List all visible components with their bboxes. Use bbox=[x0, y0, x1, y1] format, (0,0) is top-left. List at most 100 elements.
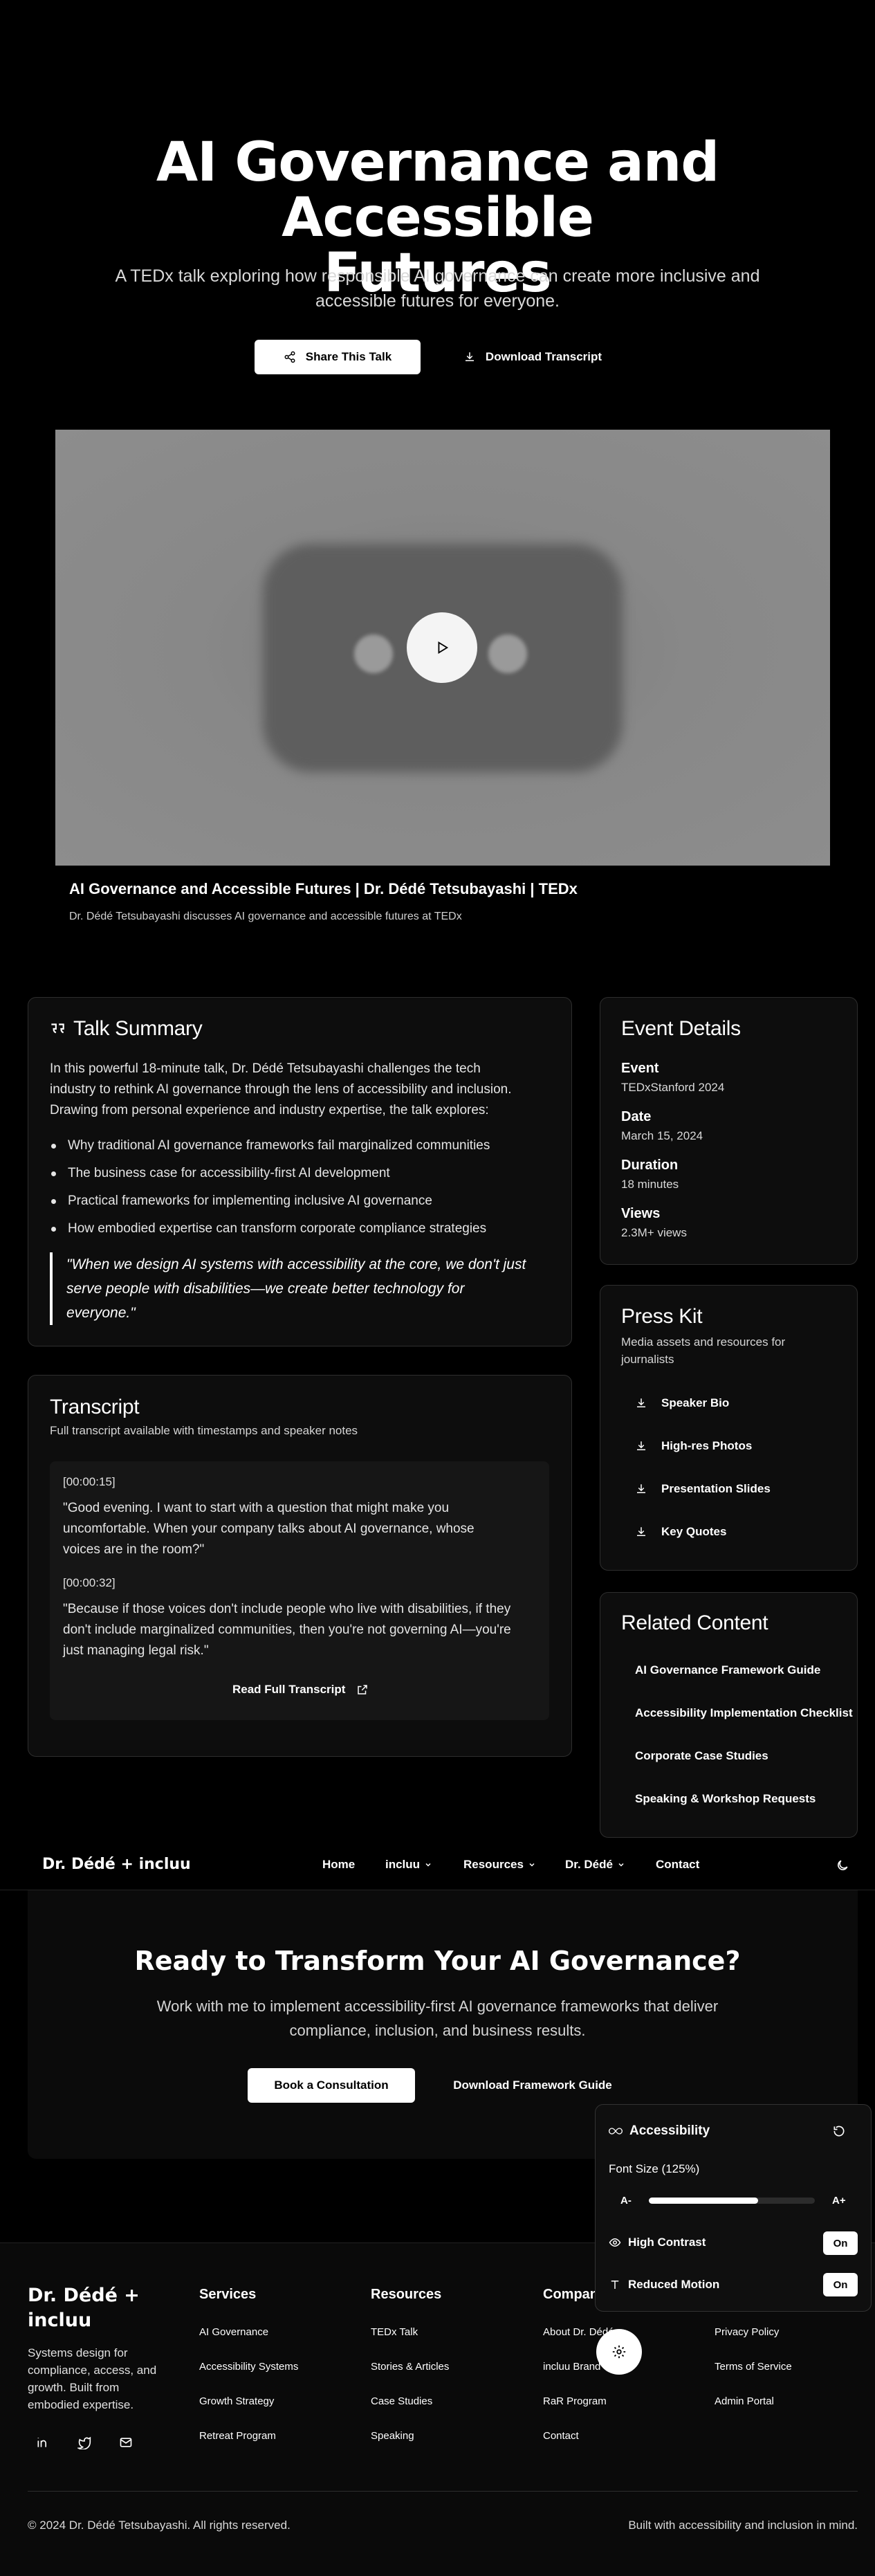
external-link-icon bbox=[356, 1683, 369, 1696]
press-kit-item-label: High-res Photos bbox=[661, 1439, 753, 1452]
nav-contact[interactable]: Contact bbox=[656, 1858, 699, 1872]
nav-home-label: Home bbox=[322, 1858, 356, 1871]
cta-subtitle-line: compliance, inclusion, and business resu… bbox=[289, 2022, 586, 2039]
related-link[interactable]: Speaking & Workshop Requests bbox=[635, 1792, 816, 1806]
footer-link[interactable]: Terms of Service bbox=[715, 2361, 792, 2373]
press-kit-speaker-bio[interactable]: Speaker Bio bbox=[635, 1396, 729, 1410]
summary-bullet: How embodied expertise can transform cor… bbox=[50, 1221, 487, 1236]
event-detail-label: Event bbox=[621, 1061, 659, 1076]
text-icon bbox=[609, 2278, 621, 2291]
timestamp: [00:00:32] bbox=[63, 1576, 116, 1589]
quote-icon bbox=[48, 1020, 66, 1038]
footer-divider bbox=[28, 2491, 858, 2492]
reset-settings-button[interactable] bbox=[832, 2124, 846, 2138]
reduced-motion-label: Reduced Motion bbox=[628, 2278, 720, 2291]
press-kit-subtitle: Media assets and resources for journalis… bbox=[621, 1333, 785, 1368]
nav-incluu-label: incluu bbox=[385, 1858, 421, 1871]
high-contrast-toggle[interactable]: On bbox=[823, 2231, 858, 2255]
hero-subtitle-line-1: A TEDx talk exploring how responsible AI… bbox=[115, 266, 760, 286]
increase-font-button[interactable]: A+ bbox=[832, 2195, 846, 2207]
mail-icon[interactable] bbox=[119, 2436, 133, 2449]
press-kit-quotes[interactable]: Key Quotes bbox=[635, 1525, 726, 1539]
related-content-title: Related Content bbox=[621, 1611, 768, 1634]
related-link[interactable]: AI Governance Framework Guide bbox=[635, 1663, 820, 1677]
download-framework-label: Download Framework Guide bbox=[453, 2079, 612, 2092]
linkedin-icon[interactable] bbox=[36, 2436, 50, 2449]
footer-link[interactable]: Privacy Policy bbox=[715, 2326, 779, 2338]
footer-tagline-line: Systems design for bbox=[28, 2346, 128, 2359]
transcript-line: "Because if those voices don't include p… bbox=[63, 1602, 511, 1616]
footer-link[interactable]: Accessibility Systems bbox=[199, 2361, 298, 2373]
video-title: AI Governance and Accessible Futures | D… bbox=[69, 880, 578, 897]
download-transcript-label: Download Transcript bbox=[485, 350, 602, 363]
read-full-transcript-label: Read Full Transcript bbox=[232, 1683, 346, 1696]
footer-brand-line: Dr. Dédé + bbox=[28, 2285, 140, 2306]
press-kit-slides[interactable]: Presentation Slides bbox=[635, 1482, 771, 1496]
nav-dr-dede-label: Dr. Dédé bbox=[565, 1858, 613, 1871]
event-detail-label: Duration bbox=[621, 1158, 679, 1173]
video-thumbnail-dot bbox=[354, 634, 393, 673]
footer-link[interactable]: RaR Program bbox=[543, 2395, 607, 2407]
footer-link[interactable]: incluu Brand bbox=[543, 2361, 600, 2373]
nav-brand[interactable]: Dr. Dédé + incluu bbox=[42, 1856, 191, 1873]
nav-home[interactable]: Home bbox=[322, 1858, 355, 1872]
twitter-icon[interactable] bbox=[77, 2436, 91, 2449]
footer-link[interactable]: Admin Portal bbox=[715, 2395, 774, 2407]
download-icon bbox=[635, 1440, 647, 1452]
video-thumbnail-dot bbox=[488, 634, 527, 673]
nav-incluu[interactable]: incluu bbox=[385, 1858, 432, 1872]
video-caption: Dr. Dédé Tetsubayashi discusses AI gover… bbox=[69, 911, 462, 922]
transcript-line: don't include marginalized communities, … bbox=[63, 1623, 511, 1637]
footer-link[interactable]: Growth Strategy bbox=[199, 2395, 274, 2407]
share-talk-button[interactable]: Share This Talk bbox=[255, 340, 421, 374]
footer-link[interactable]: Contact bbox=[543, 2430, 579, 2442]
moon-icon bbox=[836, 1858, 849, 1872]
settings-icon bbox=[611, 2344, 627, 2359]
decrease-font-button[interactable]: A- bbox=[620, 2195, 632, 2207]
footer-link[interactable]: Case Studies bbox=[371, 2395, 432, 2407]
press-kit-item-label: Key Quotes bbox=[661, 1525, 727, 1538]
nav-resources[interactable]: Resources bbox=[463, 1858, 536, 1872]
accessibility-settings-button[interactable] bbox=[596, 2329, 642, 2375]
copyright: © 2024 Dr. Dédé Tetsubayashi. All rights… bbox=[28, 2519, 291, 2532]
event-details-title: Event Details bbox=[621, 1017, 741, 1040]
share-icon bbox=[284, 351, 296, 363]
footer-link[interactable]: TEDx Talk bbox=[371, 2326, 418, 2338]
intro-line: industry to rethink AI governance throug… bbox=[50, 1082, 512, 1097]
reduced-motion-toggle[interactable]: On bbox=[823, 2273, 858, 2296]
hero-subtitle: A TEDx talk exploring how responsible AI… bbox=[111, 264, 764, 313]
page-title-line-1: AI Governance and Accessible bbox=[156, 131, 719, 249]
related-link[interactable]: Accessibility Implementation Checklist bbox=[635, 1706, 853, 1720]
video-player[interactable] bbox=[55, 430, 830, 866]
footer-link[interactable]: Retreat Program bbox=[199, 2430, 276, 2442]
book-consultation-button[interactable]: Book a Consultation bbox=[248, 2068, 415, 2103]
press-kit-item-label: Presentation Slides bbox=[661, 1482, 771, 1495]
share-talk-label: Share This Talk bbox=[305, 350, 392, 363]
read-full-transcript-link[interactable]: Read Full Transcript bbox=[232, 1683, 369, 1697]
download-icon bbox=[635, 1397, 647, 1409]
summary-bullet: The business case for accessibility-firs… bbox=[51, 1166, 390, 1180]
event-detail-item: Views 2.3M+ views bbox=[621, 1206, 687, 1240]
download-transcript-button[interactable]: Download Transcript bbox=[450, 340, 616, 374]
press-kit-item-label: Speaker Bio bbox=[661, 1396, 730, 1409]
font-size-slider[interactable] bbox=[649, 2198, 815, 2204]
play-button[interactable] bbox=[407, 612, 477, 683]
play-icon bbox=[434, 640, 450, 655]
related-link[interactable]: Corporate Case Studies bbox=[635, 1749, 768, 1763]
transcript-line: just managing legal risk." bbox=[63, 1643, 209, 1658]
eye-icon bbox=[609, 2236, 621, 2249]
press-kit-photos[interactable]: High-res Photos bbox=[635, 1439, 752, 1453]
download-framework-button[interactable]: Download Framework Guide bbox=[443, 2068, 623, 2103]
nav-dr-dede[interactable]: Dr. Dédé bbox=[565, 1858, 625, 1872]
nav-resources-label: Resources bbox=[463, 1858, 524, 1871]
footer-link[interactable]: Speaking bbox=[371, 2430, 414, 2442]
theme-toggle-button[interactable] bbox=[836, 1858, 849, 1872]
event-detail-label: Views bbox=[621, 1206, 661, 1221]
reset-icon bbox=[832, 2124, 846, 2138]
quote-line: "When we design AI systems with accessib… bbox=[66, 1257, 526, 1272]
footer-link[interactable]: Stories & Articles bbox=[371, 2361, 449, 2373]
event-detail-item: Duration 18 minutes bbox=[621, 1158, 679, 1191]
talk-summary-heading: Talk Summary bbox=[48, 1017, 203, 1041]
footer-link[interactable]: AI Governance bbox=[199, 2326, 268, 2338]
press-kit-title: Press Kit bbox=[621, 1305, 703, 1328]
